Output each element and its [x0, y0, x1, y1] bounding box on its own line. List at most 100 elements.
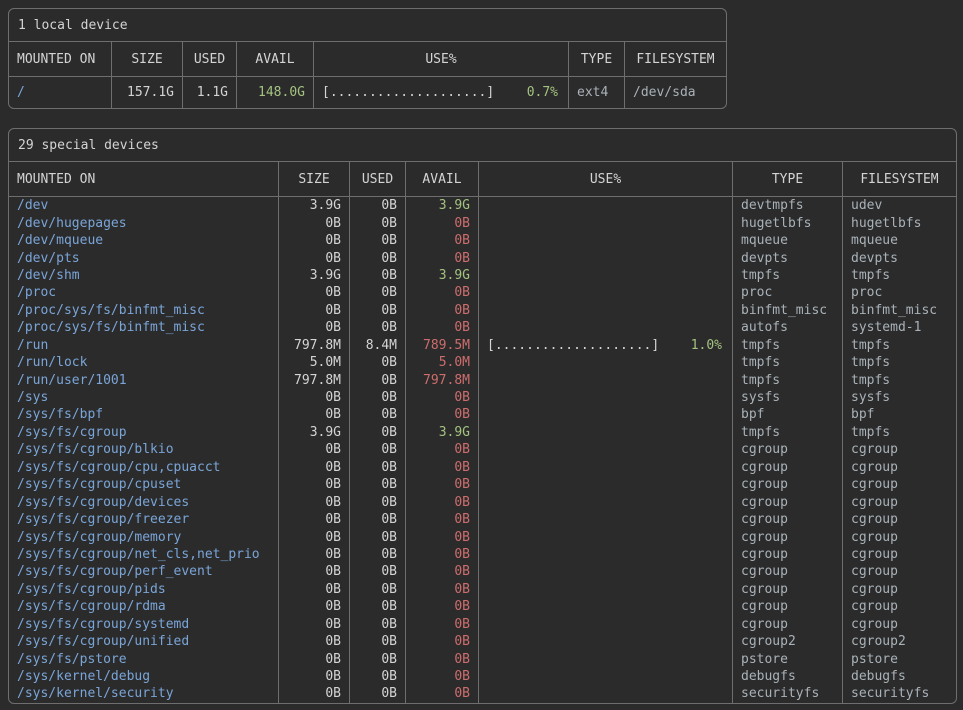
usage-cell [478, 406, 732, 423]
column-header-size: SIZE [278, 162, 349, 196]
size-cell: 0B [278, 389, 349, 406]
filesystem-cell: cgroup [842, 563, 956, 580]
filesystem-cell: proc [842, 284, 956, 301]
mount-cell: /dev/shm [9, 267, 278, 284]
avail-cell: 0B [405, 319, 478, 336]
avail-cell: 0B [405, 668, 478, 685]
usage-cell [478, 214, 732, 231]
type-cell: pstore [732, 650, 842, 667]
avail-cell: 0B [405, 528, 478, 545]
size-cell: 0B [278, 598, 349, 615]
used-cell: 1.1G [182, 77, 236, 108]
size-cell: 0B [278, 406, 349, 423]
mount-cell: /sys/fs/cgroup [9, 424, 278, 441]
mount-cell: /sys/kernel/security [9, 685, 278, 702]
type-cell: tmpfs [732, 424, 842, 441]
mount-cell: /sys/fs/cgroup/net_cls,net_prio [9, 546, 278, 563]
usage-cell [478, 371, 732, 388]
used-cell: 0B [349, 598, 405, 615]
size-cell: 0B [278, 302, 349, 319]
used-cell: 0B [349, 232, 405, 249]
type-cell: cgroup [732, 476, 842, 493]
used-cell: 0B [349, 319, 405, 336]
size-cell: 0B [278, 563, 349, 580]
used-cell: 0B [349, 406, 405, 423]
filesystem-cell: cgroup [842, 511, 956, 528]
used-cell: 0B [349, 650, 405, 667]
used-cell: 0B [349, 493, 405, 510]
mount-cell: /sys/fs/cgroup/cpuset [9, 476, 278, 493]
avail-cell: 3.9G [405, 267, 478, 284]
usage-cell [478, 650, 732, 667]
filesystem-cell: cgroup2 [842, 633, 956, 650]
usage-cell [478, 581, 732, 598]
usage-cell [478, 493, 732, 510]
mount-cell: / [9, 77, 111, 108]
avail-cell: 0B [405, 546, 478, 563]
size-cell: 0B [278, 249, 349, 266]
type-cell: devtmpfs [732, 197, 842, 214]
mount-cell: /run [9, 337, 278, 354]
size-cell: 0B [278, 581, 349, 598]
avail-cell: 0B [405, 650, 478, 667]
mount-cell: /dev [9, 197, 278, 214]
terminal-screen: { "colors": { "background": "#2b2b2b", "… [0, 0, 963, 710]
used-cell: 8.4M [349, 337, 405, 354]
type-cell: cgroup [732, 563, 842, 580]
usage-cell [478, 598, 732, 615]
size-cell: 0B [278, 685, 349, 702]
size-cell: 157.1G [111, 77, 182, 108]
size-cell: 0B [278, 232, 349, 249]
mount-cell: /run/lock [9, 354, 278, 371]
used-cell: 0B [349, 563, 405, 580]
used-cell: 0B [349, 441, 405, 458]
local-devices-table: 1 local device MOUNTED ONSIZEUSEDAVAILUS… [8, 8, 727, 109]
size-cell: 0B [278, 546, 349, 563]
usage-cell [478, 511, 732, 528]
usage-cell [478, 319, 732, 336]
avail-cell: 0B [405, 511, 478, 528]
type-cell: cgroup [732, 616, 842, 633]
filesystem-cell: debugfs [842, 668, 956, 685]
size-cell: 5.0M [278, 354, 349, 371]
usage-cell: [....................]1.0% [478, 337, 732, 354]
used-cell: 0B [349, 302, 405, 319]
column-header-size: SIZE [111, 42, 182, 76]
used-cell: 0B [349, 581, 405, 598]
type-cell: tmpfs [732, 267, 842, 284]
filesystem-cell: tmpfs [842, 354, 956, 371]
usage-cell [478, 528, 732, 545]
size-cell: 0B [278, 650, 349, 667]
type-cell: cgroup [732, 511, 842, 528]
avail-cell: 0B [405, 563, 478, 580]
type-cell: proc [732, 284, 842, 301]
usage-percent: 1.0% [691, 338, 722, 353]
usage-cell [478, 232, 732, 249]
type-cell: cgroup [732, 528, 842, 545]
filesystem-cell: mqueue [842, 232, 956, 249]
column-header-avail: AVAIL [405, 162, 478, 196]
column-header-type: TYPE [568, 42, 624, 76]
column-header-type: TYPE [732, 162, 842, 196]
type-cell: tmpfs [732, 371, 842, 388]
mount-cell: /dev/pts [9, 249, 278, 266]
mount-cell: /dev/hugepages [9, 214, 278, 231]
usage-cell [478, 197, 732, 214]
size-cell: 0B [278, 476, 349, 493]
type-cell: mqueue [732, 232, 842, 249]
filesystem-cell: cgroup [842, 581, 956, 598]
size-cell: 797.8M [278, 371, 349, 388]
column-header-use-: USE% [313, 42, 568, 76]
filesystem-cell: /dev/sda [624, 77, 726, 108]
avail-cell: 148.0G [236, 77, 313, 108]
mount-cell: /run/user/1001 [9, 371, 278, 388]
filesystem-cell: hugetlbfs [842, 214, 956, 231]
column-header-filesystem: FILESYSTEM [624, 42, 726, 76]
size-cell: 0B [278, 493, 349, 510]
mount-cell: /sys/kernel/debug [9, 668, 278, 685]
used-cell: 0B [349, 389, 405, 406]
size-cell: 3.9G [278, 424, 349, 441]
filesystem-cell: cgroup [842, 546, 956, 563]
filesystem-cell: cgroup [842, 459, 956, 476]
mount-cell: /proc/sys/fs/binfmt_misc [9, 319, 278, 336]
